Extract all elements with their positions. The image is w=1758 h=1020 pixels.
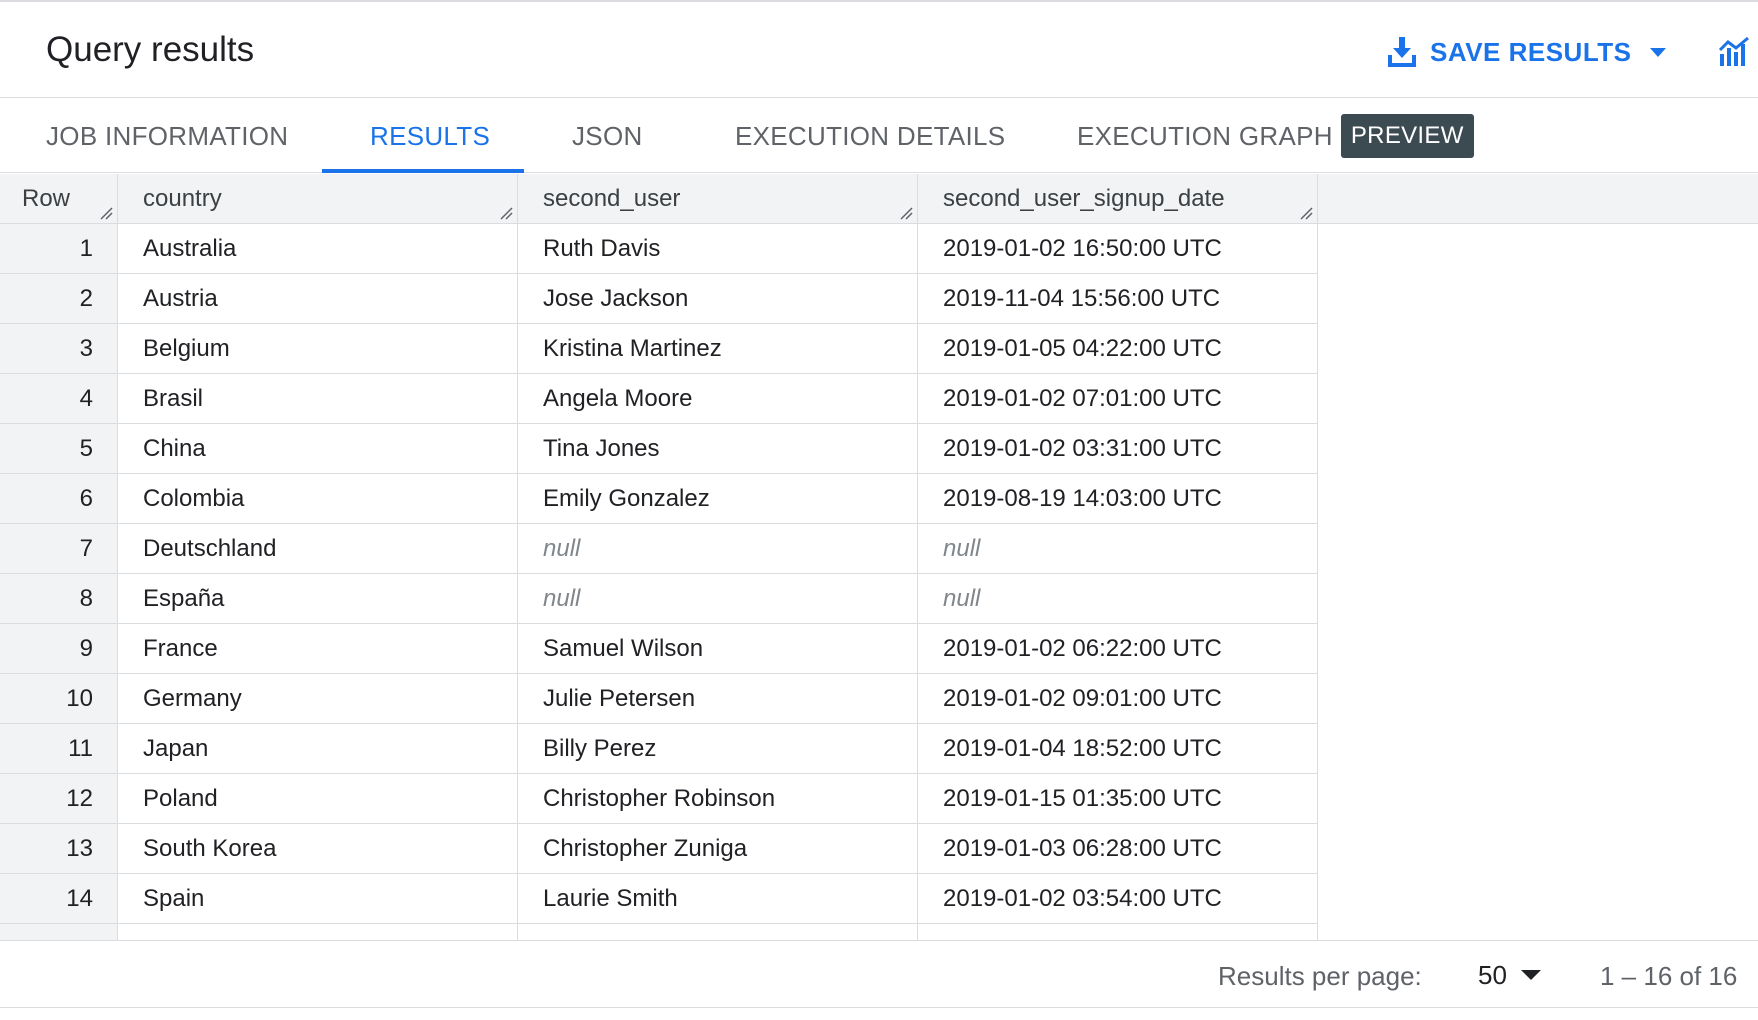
row-number-cell: 11 — [0, 724, 118, 774]
signup-date-cell: 2019-01-02 03:31:00 UTC — [918, 424, 1318, 474]
country-cell: Spain — [118, 874, 518, 924]
signup-date-cell: 2019-01-02 16:50:00 UTC — [918, 224, 1318, 274]
second-user-cell: Laurie Smith — [518, 874, 918, 924]
signup-date-cell: 2019-01-15 01:35:00 UTC — [918, 774, 1318, 824]
signup-date-cell: 2019-01-02 03:54:00 UTC — [918, 874, 1318, 924]
country-cell: South Korea — [118, 824, 518, 874]
tab-job-information[interactable]: JOB INFORMATION — [46, 99, 288, 173]
column-header-label: second_user_signup_date — [943, 185, 1225, 212]
row-number-cell: 4 — [0, 374, 118, 424]
country-cell: China — [118, 424, 518, 474]
country-cell: France — [118, 624, 518, 674]
signup-date-cell: 2019-01-04 18:52:00 UTC — [918, 724, 1318, 774]
tab-execution-graph[interactable]: EXECUTION GRAPH PREVIEW — [1077, 99, 1474, 173]
country-cell: Brasil — [118, 374, 518, 424]
second-user-cell: null — [518, 524, 918, 574]
country-cell: Germany — [118, 674, 518, 724]
second-user-cell — [518, 924, 918, 940]
save-results-button[interactable]: SAVE RESULTS — [1388, 32, 1666, 72]
column-header-row: Row — [0, 174, 118, 224]
row-number-cell: 5 — [0, 424, 118, 474]
second-user-cell: Samuel Wilson — [518, 624, 918, 674]
results-per-page-label: Results per page: — [1218, 961, 1422, 991]
chevron-down-icon — [1649, 47, 1666, 57]
active-tab-indicator — [322, 169, 524, 173]
row-number-cell: 9 — [0, 624, 118, 674]
second-user-cell: Kristina Martinez — [518, 324, 918, 374]
second-user-cell: Emily Gonzalez — [518, 474, 918, 524]
second-user-cell: Christopher Robinson — [518, 774, 918, 824]
signup-date-cell: null — [918, 574, 1318, 624]
column-header-label: Row — [22, 185, 71, 212]
results-header: Query results SAVE RESULTS — [0, 2, 1758, 98]
second-user-cell: Julie Petersen — [518, 674, 918, 724]
tab-json[interactable]: JSON — [572, 99, 643, 173]
row-number-cell — [0, 924, 118, 940]
column-header-second-user: second_user — [518, 174, 918, 224]
second-user-cell: Jose Jackson — [518, 274, 918, 324]
page-title: Query results — [46, 30, 255, 69]
signup-date-cell: 2019-01-02 06:22:00 UTC — [918, 624, 1318, 674]
signup-date-cell: 2019-01-03 06:28:00 UTC — [918, 824, 1318, 874]
signup-date-cell: 2019-01-02 09:01:00 UTC — [918, 674, 1318, 724]
second-user-cell: Christopher Zuniga — [518, 824, 918, 874]
country-cell: España — [118, 574, 518, 624]
results-per-page-select[interactable]: 50 — [1478, 955, 1541, 995]
row-number-cell: 13 — [0, 824, 118, 874]
second-user-cell: Ruth Davis — [518, 224, 918, 274]
signup-date-cell: 2019-11-04 15:56:00 UTC — [918, 274, 1318, 324]
results-per-page-value: 50 — [1478, 959, 1507, 990]
row-number-cell: 6 — [0, 474, 118, 524]
chevron-down-icon — [1520, 970, 1541, 980]
country-cell: Poland — [118, 774, 518, 824]
resize-handle-icon[interactable] — [899, 206, 913, 220]
country-cell: Belgium — [118, 324, 518, 374]
column-header-country: country — [118, 174, 518, 224]
country-cell: Deutschland — [118, 524, 518, 574]
table-header: Row country second_user second_user_sign… — [0, 174, 1758, 224]
column-header-label: country — [143, 185, 222, 212]
column-header-label: second_user — [543, 185, 681, 212]
tab-execution-details[interactable]: EXECUTION DETAILS — [735, 99, 1005, 173]
country-cell: Japan — [118, 724, 518, 774]
preview-badge: PREVIEW — [1340, 114, 1474, 158]
resize-handle-icon[interactable] — [1299, 206, 1313, 220]
second-user-cell: Tina Jones — [518, 424, 918, 474]
results-table: Row country second_user second_user_sign… — [0, 174, 1758, 940]
country-cell — [118, 924, 518, 940]
tab-execution-graph-label: EXECUTION GRAPH — [1077, 120, 1333, 151]
second-user-cell: Angela Moore — [518, 374, 918, 424]
second-user-cell: Billy Perez — [518, 724, 918, 774]
signup-date-cell: null — [918, 524, 1318, 574]
download-icon — [1388, 37, 1416, 67]
pagination-bar: Results per page: 50 1 – 16 of 16 — [0, 940, 1758, 1008]
resize-handle-icon[interactable] — [499, 206, 513, 220]
country-cell: Australia — [118, 224, 518, 274]
pagination-range: 1 – 16 of 16 — [1600, 961, 1738, 991]
row-number-cell: 14 — [0, 874, 118, 924]
row-number-cell: 2 — [0, 274, 118, 324]
country-cell: Colombia — [118, 474, 518, 524]
signup-date-cell — [918, 924, 1318, 940]
row-number-cell: 8 — [0, 574, 118, 624]
row-number-cell: 7 — [0, 524, 118, 574]
row-number-cell: 1 — [0, 224, 118, 274]
explore-chart-icon[interactable] — [1718, 36, 1750, 68]
signup-date-cell: 2019-01-02 07:01:00 UTC — [918, 374, 1318, 424]
row-number-cell: 10 — [0, 674, 118, 724]
second-user-cell: null — [518, 574, 918, 624]
column-header-second-user-signup-date: second_user_signup_date — [918, 174, 1318, 224]
resize-handle-icon[interactable] — [99, 206, 113, 220]
results-tabs: JOB INFORMATION RESULTS JSON EXECUTION D… — [0, 99, 1758, 173]
signup-date-cell: 2019-01-05 04:22:00 UTC — [918, 324, 1318, 374]
save-results-label: SAVE RESULTS — [1430, 36, 1632, 67]
row-number-cell: 3 — [0, 324, 118, 374]
row-number-cell: 12 — [0, 774, 118, 824]
signup-date-cell: 2019-08-19 14:03:00 UTC — [918, 474, 1318, 524]
country-cell: Austria — [118, 274, 518, 324]
tab-results[interactable]: RESULTS — [370, 99, 490, 173]
